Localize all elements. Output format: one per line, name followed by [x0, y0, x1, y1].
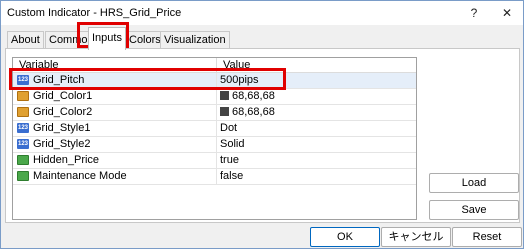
- bool-icon: [17, 155, 29, 165]
- int-icon: 123: [17, 75, 29, 85]
- row-value[interactable]: 500pips: [220, 74, 259, 86]
- row-value[interactable]: false: [220, 170, 243, 182]
- column-divider: [216, 137, 217, 152]
- ok-button[interactable]: OK: [310, 227, 380, 247]
- row-variable: Grid_Pitch: [33, 74, 85, 86]
- tab-bar: About Common Inputs Colors Visualization: [5, 27, 519, 50]
- table-row[interactable]: Hidden_Price true: [13, 153, 416, 169]
- row-variable: Maintenance Mode: [33, 170, 127, 182]
- dialog-window: Custom Indicator - HRS_Grid_Price ? ✕ Ab…: [0, 0, 524, 249]
- row-value[interactable]: 68,68,68: [220, 106, 275, 118]
- reset-button[interactable]: Reset: [452, 227, 522, 247]
- color-swatch: [220, 107, 229, 116]
- table-row[interactable]: 123 Grid_Pitch 500pips: [13, 73, 416, 89]
- column-divider: [216, 121, 217, 136]
- help-button[interactable]: ?: [462, 4, 486, 22]
- row-variable: Grid_Color2: [33, 106, 93, 118]
- int-icon: 123: [17, 139, 29, 149]
- color-icon: [17, 91, 29, 101]
- column-divider: [216, 73, 217, 88]
- bool-icon: [17, 171, 29, 181]
- table-header: Variable Value: [13, 58, 416, 73]
- row-variable: Grid_Color1: [33, 90, 93, 102]
- inputs-panel: Variable Value 123 Grid_Pitch 500pips Gr…: [5, 48, 520, 223]
- row-value[interactable]: Solid: [220, 138, 244, 150]
- table-row[interactable]: Grid_Color2 68,68,68: [13, 105, 416, 121]
- save-button[interactable]: Save: [429, 200, 519, 220]
- load-button[interactable]: Load: [429, 173, 519, 193]
- column-divider: [216, 89, 217, 104]
- column-divider: [216, 105, 217, 120]
- header-divider[interactable]: [216, 58, 217, 72]
- header-variable: Variable: [19, 59, 59, 71]
- table-row[interactable]: Grid_Color1 68,68,68: [13, 89, 416, 105]
- color-icon: [17, 107, 29, 117]
- table-row[interactable]: 123 Grid_Style1 Dot: [13, 121, 416, 137]
- header-value: Value: [223, 59, 251, 71]
- int-icon: 123: [17, 123, 29, 133]
- column-divider: [216, 153, 217, 168]
- tab-inputs[interactable]: Inputs: [88, 27, 126, 50]
- column-divider: [216, 169, 217, 184]
- row-value[interactable]: 68,68,68: [220, 90, 275, 102]
- row-value[interactable]: Dot: [220, 122, 237, 134]
- row-value-text: 68,68,68: [232, 106, 275, 118]
- row-variable: Grid_Style2: [33, 138, 91, 150]
- row-value[interactable]: true: [220, 154, 239, 166]
- table-row[interactable]: 123 Grid_Style2 Solid: [13, 137, 416, 153]
- window-title: Custom Indicator - HRS_Grid_Price: [7, 7, 182, 19]
- inputs-table: Variable Value 123 Grid_Pitch 500pips Gr…: [12, 57, 417, 220]
- title-bar: Custom Indicator - HRS_Grid_Price ? ✕: [1, 1, 523, 25]
- cancel-button[interactable]: キャンセル: [381, 227, 451, 247]
- color-swatch: [220, 91, 229, 100]
- row-variable: Hidden_Price: [33, 154, 100, 166]
- row-variable: Grid_Style1: [33, 122, 91, 134]
- table-row[interactable]: Maintenance Mode false: [13, 169, 416, 185]
- row-value-text: 68,68,68: [232, 90, 275, 102]
- close-button[interactable]: ✕: [495, 4, 519, 22]
